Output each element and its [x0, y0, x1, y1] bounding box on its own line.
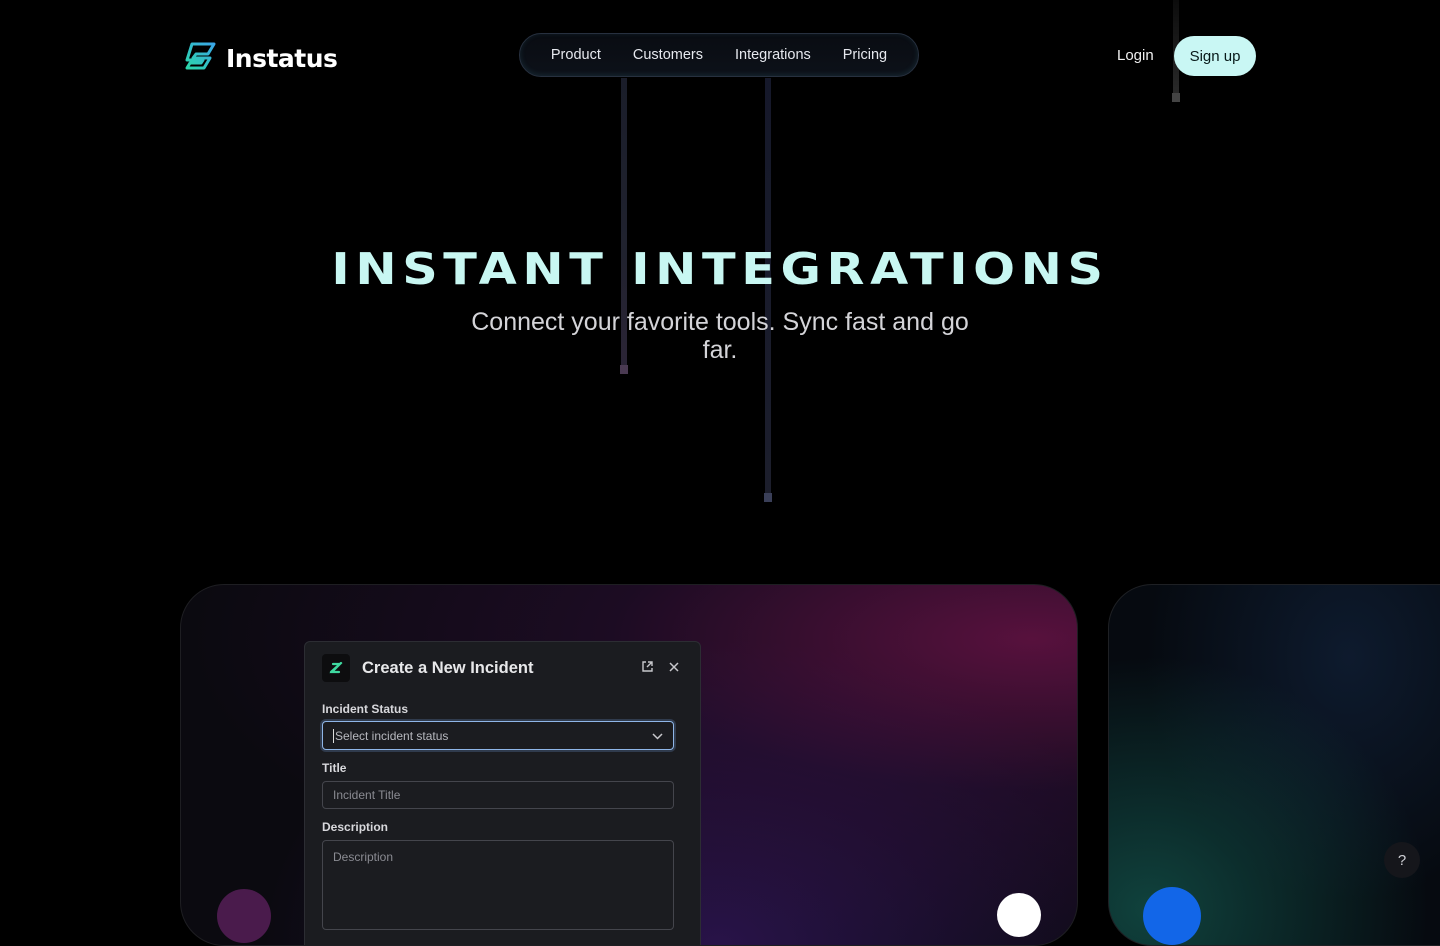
signup-button[interactable]: Sign up	[1174, 36, 1256, 76]
instatus-app-icon	[322, 654, 350, 682]
incident-modal: Create a New Incident Incident Status Se…	[304, 641, 701, 945]
main-nav: Product Customers Integrations Pricing	[519, 33, 919, 77]
help-button[interactable]: ?	[1384, 842, 1420, 878]
nav-item-product[interactable]: Product	[551, 47, 601, 63]
description-label: Description	[322, 820, 389, 834]
nav-item-pricing[interactable]: Pricing	[843, 47, 887, 63]
external-link-icon[interactable]	[641, 660, 654, 678]
incident-status-select[interactable]: Select incident status	[322, 721, 674, 750]
chevron-down-icon	[652, 729, 663, 743]
integration-card[interactable]: Create a New Incident Incident Status Se…	[180, 584, 1078, 946]
integration-card-secondary[interactable]	[1108, 584, 1440, 946]
nav-item-integrations[interactable]: Integrations	[735, 47, 811, 63]
integration-avatar	[217, 889, 271, 943]
incident-status-placeholder: Select incident status	[333, 728, 449, 743]
incident-status-label: Incident Status	[322, 702, 409, 716]
hero-subtitle: Connect your favorite tools. Sync fast a…	[471, 308, 969, 364]
integration-avatar	[1143, 887, 1201, 945]
instatus-logo-icon	[184, 40, 218, 76]
modal-title: Create a New Incident	[362, 658, 534, 677]
brand-logo[interactable]: Instatus	[184, 40, 338, 76]
description-textarea[interactable]: Description	[322, 840, 674, 930]
login-link[interactable]: Login	[1117, 47, 1154, 64]
incident-title-input[interactable]: Incident Title	[322, 781, 674, 809]
title-label: Title	[322, 761, 347, 775]
incident-title-placeholder: Incident Title	[333, 788, 401, 802]
nav-item-customers[interactable]: Customers	[633, 47, 703, 63]
close-icon[interactable]	[668, 660, 680, 678]
hero-title: INSTANT INTEGRATIONS	[331, 244, 1109, 295]
description-placeholder: Description	[333, 850, 394, 864]
brand-name: Instatus	[226, 43, 338, 73]
